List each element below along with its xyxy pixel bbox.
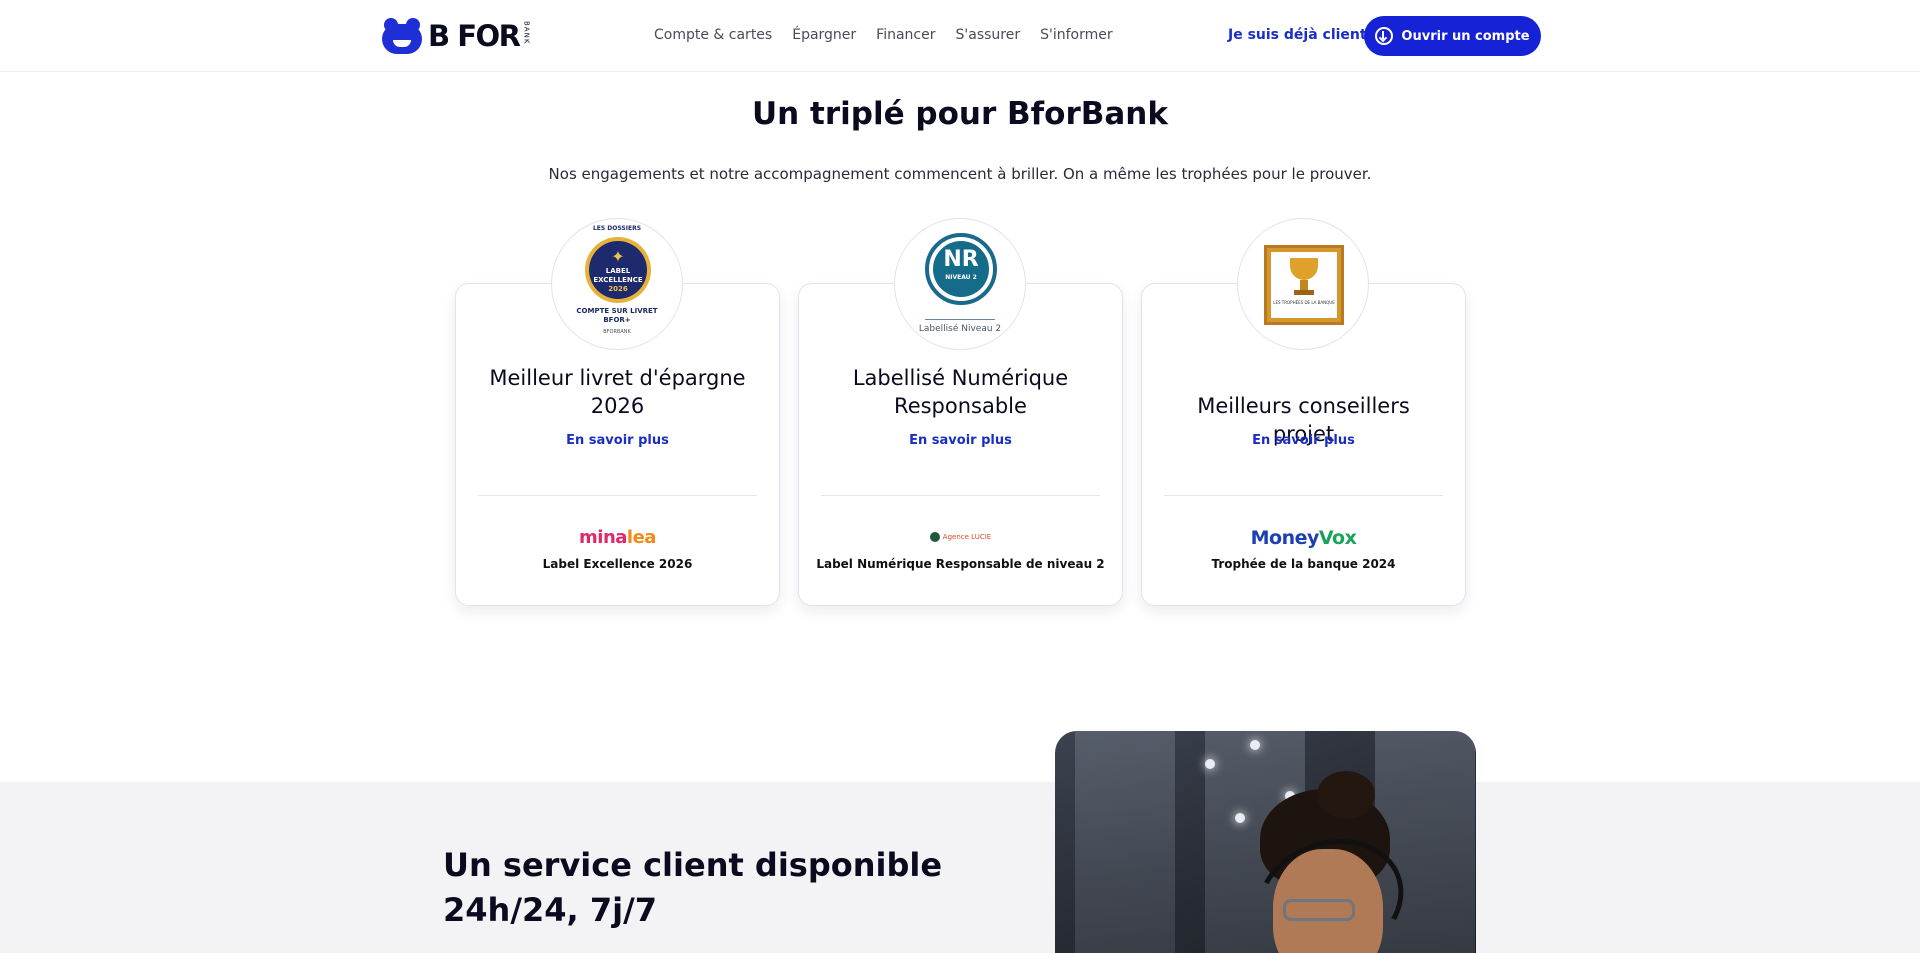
nav-item-epargner[interactable]: Épargner	[792, 27, 856, 43]
client-login-link[interactable]: Je suis déjà client	[1228, 27, 1367, 43]
learn-more-link[interactable]: En savoir plus	[1142, 433, 1465, 448]
badge-product-name: BFOR+	[603, 316, 631, 324]
logo-text: B FOR	[428, 19, 521, 53]
nr-badge-icon: NR NIVEAU 2 Labellisé Niveau 2	[894, 218, 1026, 350]
nav-item-financer[interactable]: Financer	[876, 27, 935, 43]
customer-service-photo	[1055, 731, 1476, 953]
badge-caption: Labellisé Niveau 2	[918, 324, 1002, 334]
nav-item-comptes-cartes[interactable]: Compte & cartes	[654, 27, 772, 43]
badge-product: COMPTE SUR LIVRET	[576, 307, 658, 315]
card-divider	[821, 495, 1100, 496]
awards-subtitle: Nos engagements et notre accompagnement …	[548, 165, 1372, 183]
learn-more-link[interactable]: En savoir plus	[799, 433, 1122, 448]
main-nav: Compte & cartes Épargner Financer S'assu…	[654, 27, 1133, 43]
open-account-label: Ouvrir un compte	[1401, 28, 1530, 44]
badge-mark: NR	[943, 247, 979, 272]
badge-level: NIVEAU 2	[945, 274, 977, 281]
badge-text: LES TROPHÉES DE LA BANQUE	[1273, 300, 1335, 305]
award-description: Label Numérique Responsable de niveau 2	[816, 557, 1105, 571]
service-title: Un service client disponible 24h/24, 7j/…	[443, 846, 943, 929]
trophy-badge-icon: LES TROPHÉES DE LA BANQUE	[1237, 218, 1369, 350]
award-card-title: Labellisé Numérique Responsable	[852, 366, 1069, 418]
nav-item-informer[interactable]: S'informer	[1040, 27, 1113, 43]
minalea-logo: minalea	[579, 527, 656, 548]
badge-top-text: LES DOSSIERS	[592, 225, 642, 232]
award-card-title: Meilleur livret d'épargne 2026	[489, 366, 746, 418]
lucie-text: Agence LUCIE	[942, 533, 992, 541]
badge-label: LABEL EXCELLENCE	[593, 267, 643, 284]
award-description: Trophée de la banque 2024	[1211, 557, 1396, 571]
award-description: Label Excellence 2026	[542, 557, 693, 571]
trophy-icon	[1290, 258, 1318, 280]
nav-item-assurer[interactable]: S'assurer	[956, 27, 1021, 43]
badge-brand: BFORBANK	[603, 329, 631, 335]
learn-more-link[interactable]: En savoir plus	[456, 433, 779, 448]
awards-title: Un triplé pour BforBank	[752, 96, 1168, 132]
excellence-badge-icon: LES DOSSIERS ✦ LABEL EXCELLENCE 2026 COMP…	[551, 218, 683, 350]
open-account-button[interactable]: Ouvrir un compte	[1364, 16, 1541, 56]
site-header: B FOR BANK Compte & cartes Épargner Fina…	[0, 0, 1920, 72]
lucie-logo: Agence LUCIE	[799, 527, 1122, 546]
moneyvox-logo: MoneyVox	[1250, 527, 1357, 549]
bforbank-logo[interactable]: B FOR BANK	[382, 16, 531, 56]
card-divider	[478, 495, 757, 496]
badge-year: 2026	[608, 285, 628, 293]
logo-subtext: BANK	[522, 21, 531, 45]
bear-logo-icon	[382, 18, 422, 54]
download-icon	[1375, 27, 1394, 45]
medal-icon: ✦ LABEL EXCELLENCE 2026	[585, 237, 651, 303]
card-divider	[1164, 495, 1443, 496]
